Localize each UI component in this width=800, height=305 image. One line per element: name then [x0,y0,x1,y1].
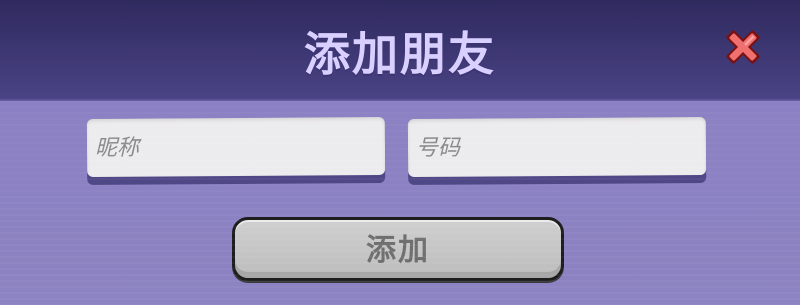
add-button[interactable]: 添加 [232,217,564,281]
dialog-title: 添加朋友 [304,27,496,81]
nickname-field-wrapper [86,116,386,186]
number-field-wrapper [407,116,707,186]
number-input[interactable] [407,116,707,178]
nickname-input[interactable] [86,116,386,178]
close-icon[interactable] [720,24,766,70]
add-button-label: 添加 [366,233,430,268]
add-friend-dialog: 添加朋友 添加 [0,0,800,305]
dialog-header: 添加朋友 [0,0,800,101]
